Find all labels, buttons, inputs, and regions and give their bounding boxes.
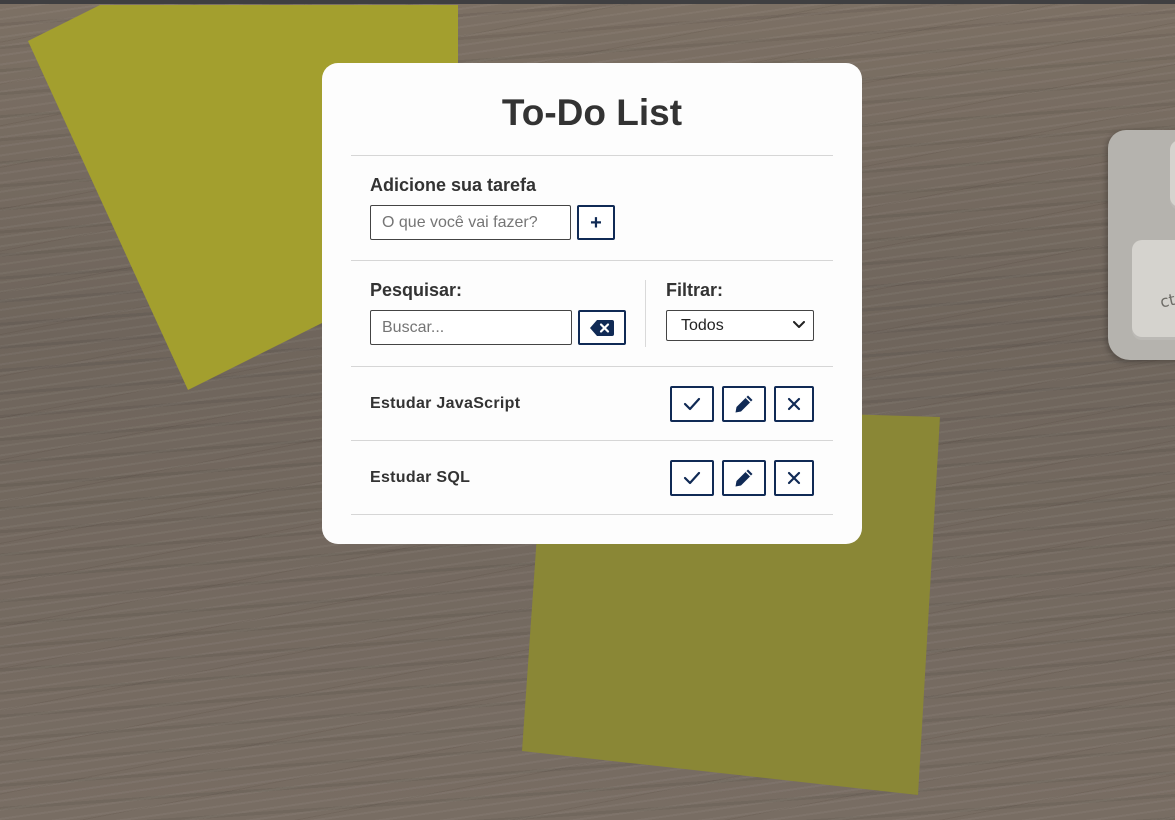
keyboard-key: ctrl	[1132, 240, 1175, 340]
background-keyboard: ctrl	[1108, 130, 1175, 360]
filter-section: Filtrar: Todos	[646, 280, 814, 366]
backspace-icon	[590, 319, 614, 336]
pencil-icon	[735, 469, 753, 486]
edit-todo-button[interactable]	[722, 459, 766, 496]
close-icon	[787, 471, 801, 484]
close-icon	[787, 397, 801, 410]
page-title: To-Do List	[501, 92, 683, 133]
keyboard-key	[1170, 140, 1175, 210]
filter-selected-value: Todos	[681, 317, 724, 334]
todo-item: Estudar SQL	[351, 441, 833, 514]
todo-actions	[662, 459, 814, 496]
divider	[351, 514, 833, 515]
remove-todo-button[interactable]	[774, 385, 814, 422]
search-input[interactable]	[370, 310, 572, 345]
finish-todo-button[interactable]	[670, 459, 714, 496]
erase-search-button[interactable]	[578, 310, 626, 345]
check-icon	[683, 471, 701, 484]
plus-icon: +	[590, 211, 602, 234]
todo-card: To-Do List Adicione sua tarefa + Pesquis…	[322, 63, 862, 544]
add-task-button[interactable]: +	[577, 205, 615, 240]
todo-item: Estudar JavaScript	[351, 367, 833, 440]
toolbar: Pesquisar: Filtrar: Todos	[351, 261, 833, 366]
edit-todo-button[interactable]	[722, 385, 766, 422]
search-label: Pesquisar:	[370, 280, 463, 300]
browser-top-strip	[0, 0, 1175, 4]
filter-label: Filtrar:	[666, 280, 724, 300]
todo-title: Estudar SQL	[370, 468, 471, 486]
add-task-form: Adicione sua tarefa +	[351, 156, 833, 260]
todo-title: Estudar JavaScript	[370, 394, 521, 412]
chevron-down-icon	[793, 321, 805, 328]
pencil-icon	[735, 395, 753, 412]
filter-select[interactable]: Todos	[666, 310, 814, 341]
add-task-input[interactable]	[370, 205, 571, 240]
search-section: Pesquisar:	[351, 280, 646, 347]
todo-actions	[662, 385, 814, 422]
check-icon	[683, 397, 701, 410]
remove-todo-button[interactable]	[774, 459, 814, 496]
add-task-label: Adicione sua tarefa	[370, 175, 537, 195]
keyboard-key-label: ctrl	[1158, 287, 1175, 312]
finish-todo-button[interactable]	[670, 385, 714, 422]
